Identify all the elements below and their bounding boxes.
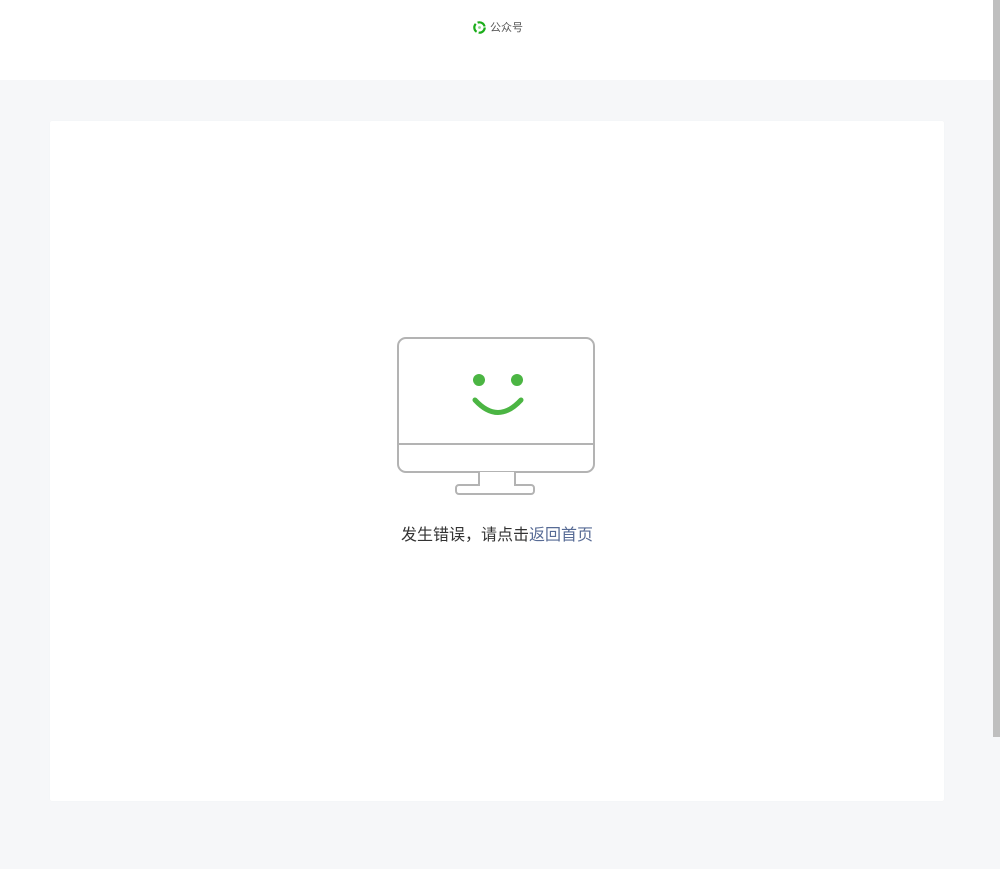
scrollbar-thumb[interactable] <box>993 0 1000 737</box>
error-page: 公众号 发生错误，请点击返回首页 <box>0 0 1000 869</box>
smiling-monitor-icon <box>397 337 597 497</box>
error-message-text: 发生错误，请点击 <box>400 525 529 544</box>
brand-link[interactable]: 公众号 <box>472 18 523 36</box>
error-message: 发生错误，请点击返回首页 <box>50 523 944 547</box>
back-to-home-link[interactable]: 返回首页 <box>529 525 593 544</box>
top-bar: 公众号 <box>0 0 993 80</box>
brand-name: 公众号 <box>490 20 523 34</box>
wechat-official-accounts-logo-icon <box>472 20 487 35</box>
error-card: 发生错误，请点击返回首页 <box>50 121 944 801</box>
